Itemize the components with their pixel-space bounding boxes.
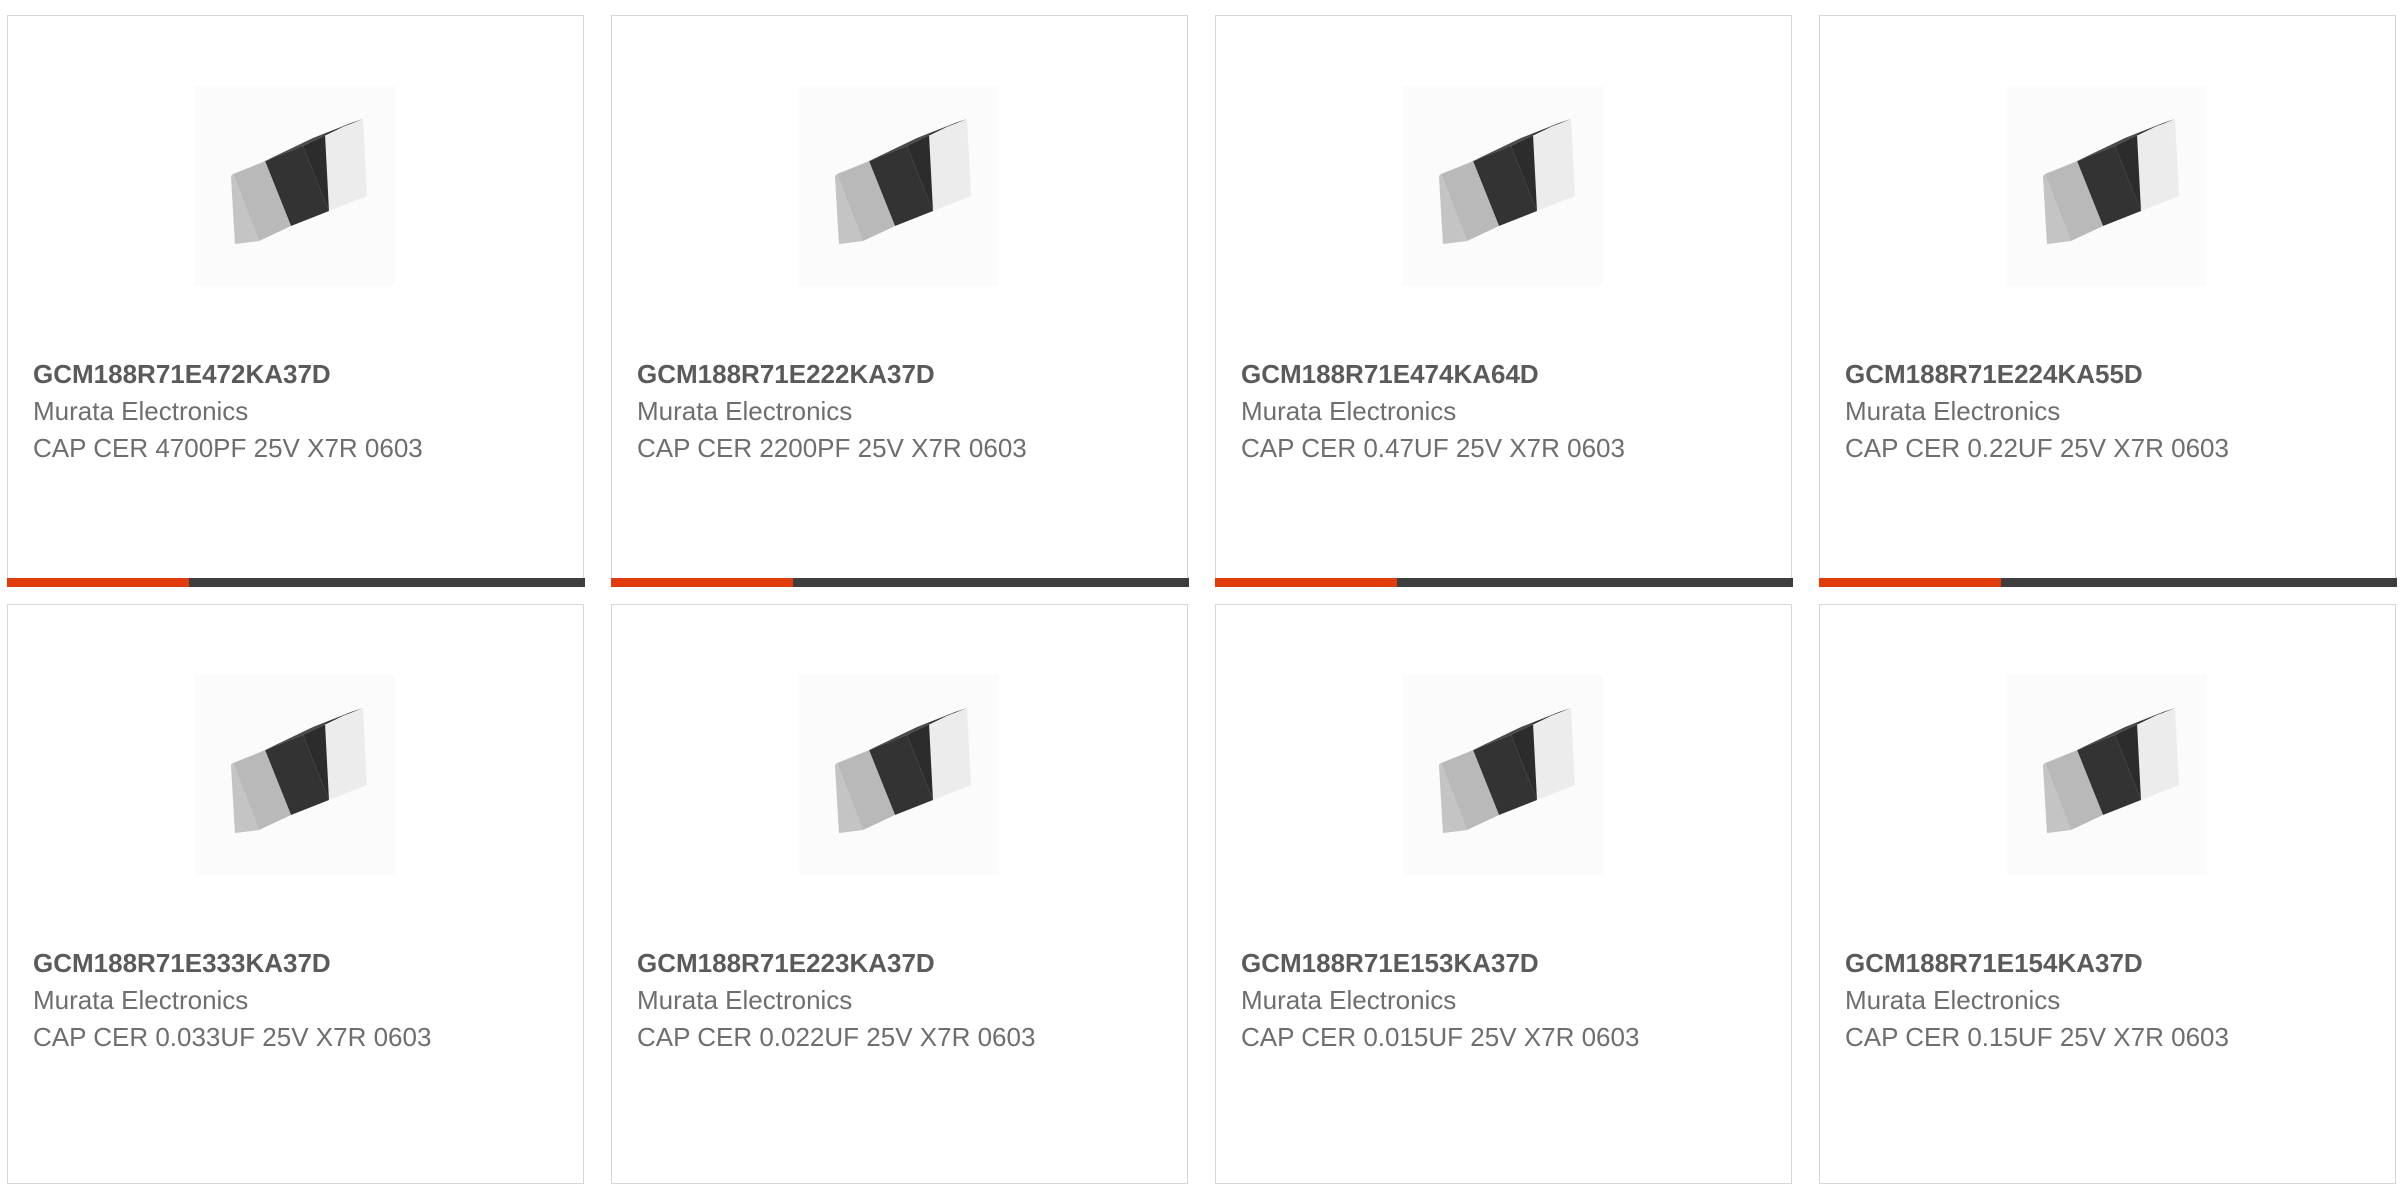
part-number-link[interactable]: GCM188R71E333KA37D	[33, 945, 473, 982]
product-card[interactable]: GCM188R71E472KA37D Murata Electronics CA…	[6, 15, 585, 587]
description-label: CAP CER 0.47UF 25V X7R 0603	[1241, 433, 1625, 463]
progress-fill	[6, 577, 189, 587]
description-label: CAP CER 0.22UF 25V X7R 0603	[1845, 433, 2229, 463]
smd-capacitor-icon	[195, 86, 395, 286]
smd-capacitor-icon	[799, 86, 999, 286]
manufacturer-label: Murata Electronics	[637, 985, 853, 1015]
manufacturer-label: Murata Electronics	[637, 396, 853, 426]
smd-capacitor-icon	[1403, 86, 1603, 286]
product-card[interactable]: GCM188R71E224KA55D Murata Electronics CA…	[1818, 15, 2397, 587]
product-info: GCM188R71E474KA64D Murata Electronics CA…	[1241, 356, 1681, 466]
description-label: CAP CER 0.033UF 25V X7R 0603	[33, 1022, 432, 1052]
progress-fill	[1214, 577, 1397, 587]
manufacturer-label: Murata Electronics	[33, 985, 249, 1015]
smd-capacitor-icon	[2007, 86, 2207, 286]
part-number-link[interactable]: GCM188R71E153KA37D	[1241, 945, 1681, 982]
product-card[interactable]: GCM188R71E474KA64D Murata Electronics CA…	[1214, 15, 1793, 587]
product-info: GCM188R71E333KA37D Murata Electronics CA…	[33, 945, 473, 1055]
description-label: CAP CER 2200PF 25V X7R 0603	[637, 433, 1027, 463]
product-info: GCM188R71E153KA37D Murata Electronics CA…	[1241, 945, 1681, 1055]
product-image[interactable]	[1403, 86, 1603, 286]
description-label: CAP CER 0.022UF 25V X7R 0603	[637, 1022, 1036, 1052]
smd-capacitor-icon	[799, 675, 999, 875]
manufacturer-label: Murata Electronics	[1845, 985, 2061, 1015]
part-number-link[interactable]: GCM188R71E154KA37D	[1845, 945, 2285, 982]
part-number-link[interactable]: GCM188R71E223KA37D	[637, 945, 1077, 982]
product-image[interactable]	[799, 86, 999, 286]
product-image[interactable]	[1403, 675, 1603, 875]
part-number-link[interactable]: GCM188R71E474KA64D	[1241, 356, 1681, 393]
smd-capacitor-icon	[2007, 675, 2207, 875]
description-label: CAP CER 4700PF 25V X7R 0603	[33, 433, 423, 463]
progress-fill	[1818, 577, 2001, 587]
product-card[interactable]: GCM188R71E222KA37D Murata Electronics CA…	[610, 15, 1189, 587]
description-label: CAP CER 0.015UF 25V X7R 0603	[1241, 1022, 1640, 1052]
product-image[interactable]	[2007, 86, 2207, 286]
manufacturer-label: Murata Electronics	[1241, 396, 1457, 426]
product-info: GCM188R71E224KA55D Murata Electronics CA…	[1845, 356, 2285, 466]
product-info: GCM188R71E222KA37D Murata Electronics CA…	[637, 356, 1077, 466]
progress-bar	[6, 577, 585, 587]
progress-fill	[610, 577, 793, 587]
progress-bar	[1818, 577, 2397, 587]
product-card[interactable]: GCM188R71E153KA37D Murata Electronics CA…	[1215, 604, 1792, 1184]
product-info: GCM188R71E154KA37D Murata Electronics CA…	[1845, 945, 2285, 1055]
product-image[interactable]	[195, 675, 395, 875]
product-card[interactable]: GCM188R71E154KA37D Murata Electronics CA…	[1819, 604, 2396, 1184]
progress-bar	[1214, 577, 1793, 587]
product-image[interactable]	[799, 675, 999, 875]
smd-capacitor-icon	[195, 675, 395, 875]
part-number-link[interactable]: GCM188R71E224KA55D	[1845, 356, 2285, 393]
manufacturer-label: Murata Electronics	[1845, 396, 2061, 426]
product-info: GCM188R71E472KA37D Murata Electronics CA…	[33, 356, 473, 466]
product-grid: GCM188R71E472KA37D Murata Electronics CA…	[0, 0, 2400, 1184]
smd-capacitor-icon	[1403, 675, 1603, 875]
manufacturer-label: Murata Electronics	[33, 396, 249, 426]
manufacturer-label: Murata Electronics	[1241, 985, 1457, 1015]
product-card[interactable]: GCM188R71E223KA37D Murata Electronics CA…	[611, 604, 1188, 1184]
part-number-link[interactable]: GCM188R71E222KA37D	[637, 356, 1077, 393]
part-number-link[interactable]: GCM188R71E472KA37D	[33, 356, 473, 393]
product-info: GCM188R71E223KA37D Murata Electronics CA…	[637, 945, 1077, 1055]
product-image[interactable]	[195, 86, 395, 286]
product-image[interactable]	[2007, 675, 2207, 875]
product-card[interactable]: GCM188R71E333KA37D Murata Electronics CA…	[7, 604, 584, 1184]
description-label: CAP CER 0.15UF 25V X7R 0603	[1845, 1022, 2229, 1052]
progress-bar	[610, 577, 1189, 587]
